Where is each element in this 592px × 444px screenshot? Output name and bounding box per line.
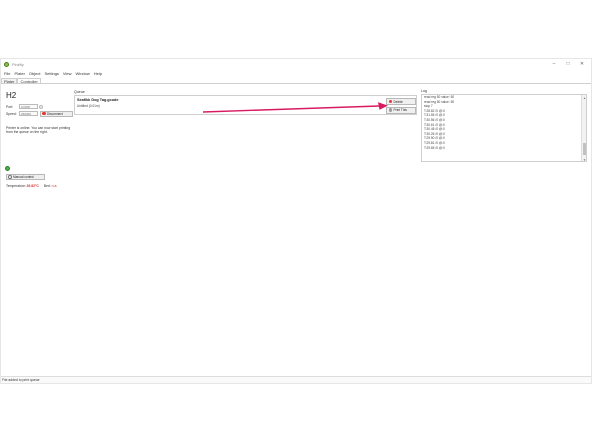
log-panel[interactable]: read reg 50 value: 50 read reg 50 value:…	[421, 94, 587, 162]
printer-panel: H2 Port: COM8 Speed: 250000 Disconnect P…	[5, 88, 73, 188]
log-label: Log	[421, 89, 427, 93]
speed-label: Speed:	[6, 112, 17, 116]
scroll-down-icon[interactable]: ▼	[583, 158, 586, 161]
printer-name: H2	[6, 91, 17, 100]
status-bar: File added to print queue	[1, 376, 591, 383]
annotation-arrow	[202, 102, 388, 113]
online-status-icon	[5, 166, 10, 171]
manual-control-icon	[8, 175, 12, 179]
disconnect-label: Disconnect	[47, 111, 63, 116]
menu-object[interactable]: Object	[29, 71, 41, 76]
temperature-value: 29.82°C	[26, 184, 39, 188]
scroll-up-icon[interactable]: ▲	[583, 96, 586, 100]
log-scroll-thumb[interactable]	[583, 143, 586, 155]
temperature-row: Temperature:29.82°C Bed: n.a.	[6, 184, 57, 188]
delete-label: Delete	[393, 99, 403, 104]
close-button[interactable]: ✕	[575, 60, 589, 68]
menu-settings[interactable]: Settings	[44, 71, 58, 76]
annotation-arrow-head	[378, 102, 388, 110]
maximize-button[interactable]: □	[561, 60, 575, 68]
disconnect-red-icon	[42, 111, 46, 116]
menu-help[interactable]: Help	[94, 71, 102, 76]
app-logo-icon	[4, 61, 9, 67]
manual-control-button[interactable]: Manual control	[6, 174, 45, 180]
disconnect-button[interactable]: Disconnect	[40, 110, 73, 117]
app-window: Pinkfly – □ ✕ File Plater Object Setting…	[0, 58, 592, 384]
port-select[interactable]: COM8	[19, 104, 38, 109]
menu-view[interactable]: View	[63, 71, 72, 76]
bed-value: n.a.	[51, 184, 58, 188]
menu-bar: File Plater Object Settings View Window …	[1, 70, 103, 76]
manual-control-label: Manual control	[13, 175, 34, 179]
log-scrollbar[interactable]: ▲ ▼	[581, 95, 586, 161]
queue-item-subtitle: Untitled (0.01m)	[77, 104, 100, 108]
status-bar-text: File added to print queue	[2, 378, 40, 382]
print-this-label: Print This	[393, 108, 407, 112]
speed-field[interactable]: 250000	[19, 111, 38, 116]
annotation-arrow-shaft	[202, 105, 380, 113]
printer-status-text: Printer is online. You can now start pri…	[6, 126, 71, 135]
window-controls: – □ ✕	[547, 60, 589, 68]
log-line: T:29.65 /0 @:0	[424, 145, 445, 150]
tab-divider	[1, 83, 591, 84]
queue-label: Queue	[74, 90, 85, 94]
bed-label: Bed:	[43, 184, 51, 188]
title-bar: Pinkfly – □ ✕	[1, 59, 591, 69]
temperature-label: Temperature:	[6, 184, 26, 188]
menu-window[interactable]: Window	[76, 71, 90, 76]
minimize-button[interactable]: –	[547, 60, 561, 68]
queue-item-title[interactable]: Seaflkk Dog Tag.gcode	[77, 98, 119, 102]
refresh-ports-icon[interactable]	[39, 104, 43, 109]
port-label: Port:	[6, 105, 14, 109]
window-title: Pinkfly	[12, 61, 24, 67]
menu-plater[interactable]: Plater	[14, 71, 24, 76]
menu-file[interactable]: File	[4, 71, 10, 76]
